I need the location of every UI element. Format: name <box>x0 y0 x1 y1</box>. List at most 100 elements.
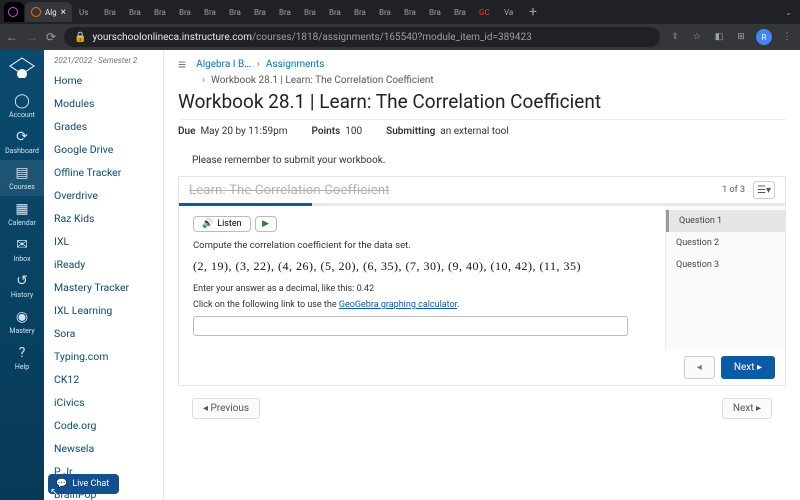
side-link-sora[interactable]: Sora <box>44 322 163 345</box>
school-logo[interactable] <box>6 54 38 86</box>
module-previous-button[interactable]: ◂ Previous <box>192 398 260 419</box>
crumb-course[interactable]: Algebra I B… <box>196 59 251 70</box>
tabs-dropdown-icon[interactable]: ⌄ <box>781 8 796 17</box>
browser-tab[interactable]: Bra <box>148 2 172 22</box>
hamburger-icon[interactable]: ≡ <box>178 56 186 73</box>
new-tab-button[interactable]: + <box>523 4 543 20</box>
question-3[interactable]: Question 3 <box>666 254 785 276</box>
history-icon: ↺ <box>16 273 28 289</box>
geogebra-link[interactable]: GeoGebra graphing calculator <box>339 300 457 310</box>
calendar-icon: ▦ <box>15 201 28 217</box>
nav-inbox[interactable]: ✉Inbox <box>0 232 44 268</box>
browser-tab[interactable]: GC <box>473 2 497 22</box>
play-button[interactable]: ▶ <box>255 216 277 232</box>
speaker-icon: 🔊 <box>202 219 213 229</box>
browser-tab[interactable]: Bra <box>123 2 147 22</box>
term-label: 2021/2022 - Semester 2 <box>44 50 163 69</box>
side-link-codeorg[interactable]: Code.org <box>44 414 163 437</box>
pager-text: 1 of 3 <box>722 185 745 195</box>
nav-mastery[interactable]: ◉Mastery <box>0 304 44 340</box>
browser-tab[interactable]: Bra <box>223 2 247 22</box>
nav-calendar[interactable]: ▦Calendar <box>0 196 44 232</box>
share-icon[interactable]: ⇪ <box>668 30 682 44</box>
play-icon: ▶ <box>262 219 269 229</box>
tool-prev-button[interactable]: ◂ <box>684 356 715 379</box>
side-link-offline-tracker[interactable]: Offline Tracker <box>44 161 163 184</box>
forward-icon[interactable]: → <box>26 30 38 44</box>
side-link-raz-kids[interactable]: Raz Kids <box>44 207 163 230</box>
chevron-right-icon: › <box>202 75 205 86</box>
nav-history[interactable]: ↺History <box>0 268 44 304</box>
help-icon: ? <box>19 345 26 361</box>
side-link-ixl[interactable]: IXL <box>44 230 163 253</box>
star-icon[interactable]: ☆ <box>690 30 704 44</box>
browser-tab[interactable]: Bra <box>173 2 197 22</box>
module-next-button[interactable]: Next ▸ <box>722 398 772 419</box>
side-link-icivics[interactable]: iCivics <box>44 391 163 414</box>
close-icon[interactable]: × <box>61 7 66 18</box>
side-link-ixl-learning[interactable]: IXL Learning <box>44 299 163 322</box>
crumb-current: Workbook 28.1 | Learn: The Correlation C… <box>211 75 434 86</box>
browser-tab[interactable]: Bra <box>398 2 422 22</box>
extension-icon[interactable]: ◧ <box>712 30 726 44</box>
browser-tab[interactable]: Bra <box>323 2 347 22</box>
browser-tab[interactable]: Us <box>73 2 97 22</box>
extensions-puzzle-icon[interactable]: ⊞ <box>734 30 748 44</box>
side-link-iready[interactable]: iReady <box>44 253 163 276</box>
side-link-ck12[interactable]: CK12 <box>44 368 163 391</box>
browser-tab-strip: Alg× Us Bra Bra Bra Bra Bra Bra Bra Bra … <box>0 0 800 24</box>
nav-dashboard[interactable]: ⟳Dashboard <box>0 124 44 160</box>
side-link-overdrive[interactable]: Overdrive <box>44 184 163 207</box>
link-hint: Click on the following link to use the G… <box>193 300 651 310</box>
answer-hint: Enter your answer as a decimal, like thi… <box>193 284 651 294</box>
browser-tab[interactable]: Bra <box>98 2 122 22</box>
nav-account[interactable]: ◯Account <box>0 88 44 124</box>
browser-tab[interactable]: Bra <box>348 2 372 22</box>
question-1[interactable]: Question 1 <box>666 210 785 232</box>
side-link-google-drive[interactable]: Google Drive <box>44 138 163 161</box>
kebab-icon[interactable]: ⋮ <box>780 30 794 44</box>
side-link-home[interactable]: Home <box>44 69 163 92</box>
browser-tab[interactable]: Bra <box>423 2 447 22</box>
reload-icon[interactable]: ⟳ <box>46 30 56 44</box>
nav-courses[interactable]: ▤Courses <box>0 160 44 196</box>
list-icon: ☰ <box>757 185 766 196</box>
list-menu-button[interactable]: ☰▾ <box>753 181 775 199</box>
answer-input[interactable] <box>193 316 628 336</box>
question-2[interactable]: Question 2 <box>666 232 785 254</box>
browser-tab[interactable]: Bra <box>373 2 397 22</box>
url-path: /courses/1818/assignments/165540?module_… <box>252 32 532 43</box>
url-bar[interactable]: 🔒 yourschoolonlineca.instructure.com/cou… <box>64 27 660 47</box>
profile-avatar[interactable]: R <box>756 29 772 45</box>
back-icon[interactable]: ← <box>6 30 18 44</box>
target-icon: ◉ <box>16 309 28 325</box>
side-link-newsela[interactable]: Newsela <box>44 437 163 460</box>
browser-tab[interactable]: Bra <box>198 2 222 22</box>
listen-button[interactable]: 🔊Listen <box>193 216 251 232</box>
tool-next-button[interactable]: Next ▸ <box>721 356 775 379</box>
breadcrumb: ≡ Algebra I B… › Assignments <box>164 50 800 75</box>
side-link-mastery-tracker[interactable]: Mastery Tracker <box>44 276 163 299</box>
inbox-icon: ✉ <box>16 237 28 253</box>
progress-bar <box>179 203 785 206</box>
dashboard-icon: ⟳ <box>16 129 28 145</box>
browser-tab-active[interactable]: Alg× <box>25 2 72 22</box>
user-icon: ◯ <box>14 93 30 109</box>
side-link-grades[interactable]: Grades <box>44 115 163 138</box>
question-prompt: Compute the correlation coefficient for … <box>193 240 651 251</box>
browser-tab[interactable]: Bra <box>298 2 322 22</box>
url-host: yourschoolonlineca.instructure.com <box>93 32 252 43</box>
side-link-modules[interactable]: Modules <box>44 92 163 115</box>
tool-heading: Learn: The Correlation Coefficient <box>189 183 390 198</box>
external-tool: Learn: The Correlation Coefficient 1 of … <box>178 176 786 386</box>
assignment-meta: Due May 20 by 11:59pm Points 100 Submitt… <box>178 119 786 143</box>
browser-tab[interactable]: Va <box>498 2 522 22</box>
browser-tab[interactable] <box>4 2 24 22</box>
side-link-typing[interactable]: Typing.com <box>44 345 163 368</box>
browser-tab[interactable]: Bra <box>273 2 297 22</box>
browser-tab[interactable]: Bra <box>448 2 472 22</box>
crumb-assignments[interactable]: Assignments <box>266 59 324 70</box>
nav-help[interactable]: ?Help <box>0 340 44 376</box>
browser-tab[interactable]: Bra <box>248 2 272 22</box>
live-chat-button[interactable]: 💬Live Chat <box>48 474 119 494</box>
